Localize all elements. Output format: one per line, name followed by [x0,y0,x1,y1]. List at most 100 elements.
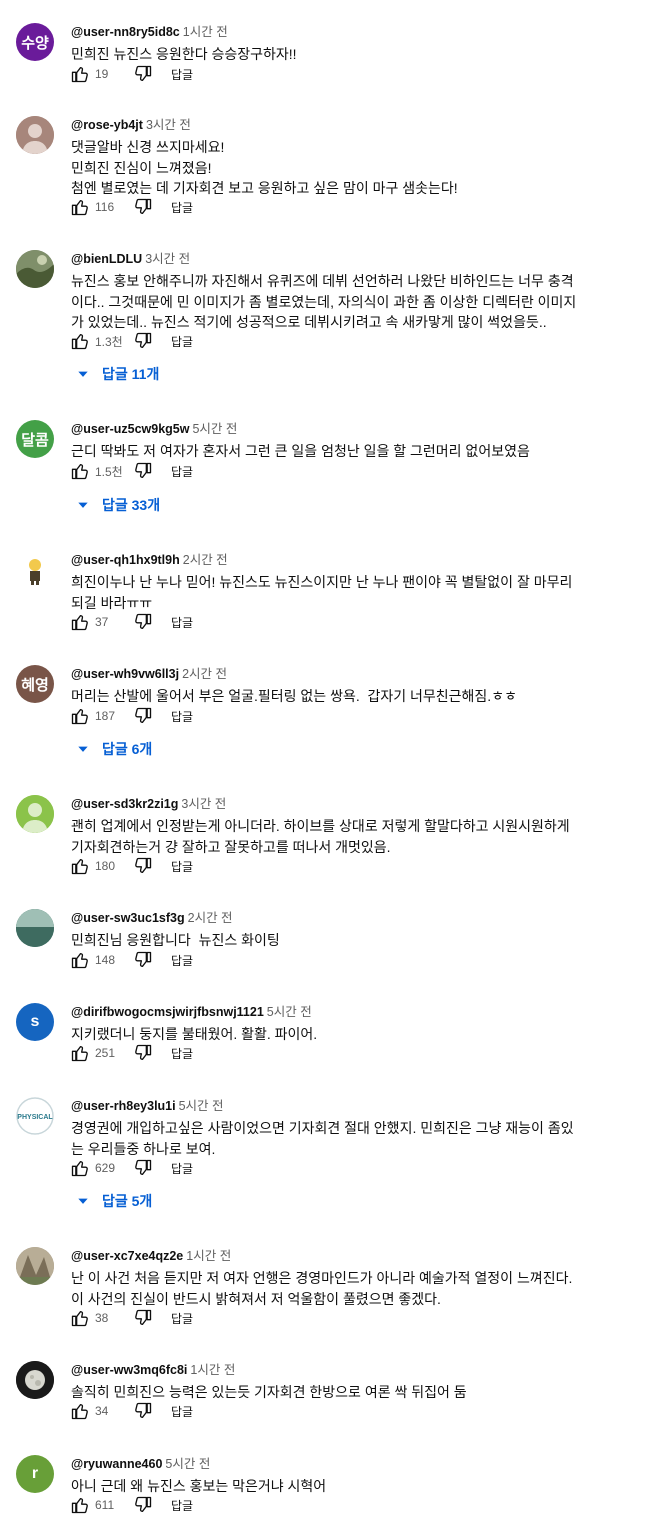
comment-timestamp[interactable]: 1시간 전 [183,25,228,39]
reply-button[interactable]: 답글 [171,708,193,725]
thumb-down-icon[interactable] [131,329,155,353]
thumb-down-icon[interactable] [131,610,155,634]
thumb-up-icon[interactable] [68,610,92,634]
thumb-up-icon[interactable] [68,1399,92,1423]
reply-button[interactable]: 답글 [171,1497,193,1514]
comment-author[interactable]: @rose-yb4jt [71,118,143,132]
avatar[interactable] [16,1361,54,1399]
comment-author[interactable]: @user-rh8ey3lu1i [71,1099,176,1113]
avatar[interactable] [16,909,54,947]
reply-button[interactable]: 답글 [171,1160,193,1177]
comment-timestamp[interactable]: 5시간 전 [165,1457,210,1471]
like-count: 38 [95,1311,109,1325]
like-count: 1.3천 [95,334,123,349]
comment-author[interactable]: @user-nn8ry5id8c [71,25,180,39]
reply-button[interactable]: 답글 [171,333,193,350]
comment-actions: 629 답글 [68,1156,193,1180]
reply-button[interactable]: 답글 [171,1045,193,1062]
comment-actions: 19 답글 [68,62,193,86]
avatar[interactable]: r [16,1455,54,1493]
caret-down-icon [76,1194,102,1208]
svg-text:PHYSICAL: PHYSICAL [17,1114,53,1121]
thumb-down-icon[interactable] [131,1041,155,1065]
reply-button[interactable]: 답글 [171,1403,193,1420]
comment-timestamp[interactable]: 1시간 전 [190,1363,235,1377]
view-replies-button[interactable]: 답글 5개 [76,1191,152,1211]
thumb-down-icon[interactable] [131,195,155,219]
comment-author[interactable]: @user-sd3kr2zi1g [71,797,178,811]
comment-timestamp[interactable]: 5시간 전 [192,422,237,436]
thumb-up-icon[interactable] [68,62,92,86]
reply-button[interactable]: 답글 [171,858,193,875]
comment-timestamp[interactable]: 2시간 전 [182,667,227,681]
thumb-down-icon[interactable] [131,1493,155,1517]
comment-actions: 34 답글 [68,1399,193,1423]
thumb-down-icon[interactable] [131,1399,155,1423]
comment-actions: 37 답글 [68,610,193,634]
comment-timestamp[interactable]: 1시간 전 [186,1249,231,1263]
avatar[interactable] [16,795,54,833]
comment-timestamp[interactable]: 5시간 전 [179,1099,224,1113]
thumb-up-icon[interactable] [68,329,92,353]
comment-author[interactable]: @user-wh9vw6ll3j [71,667,179,681]
replies-count: 답글 6개 [102,741,153,757]
comment-text: 댓글알바 신경 쓰지마세요! 민희진 진심이 느껴졌음! 첨엔 별로였는 데 기… [71,139,458,196]
thumb-up-icon[interactable] [68,1493,92,1517]
reply-button[interactable]: 답글 [171,199,193,216]
like-count: 19 [95,67,109,81]
avatar[interactable]: 달콤 [16,420,54,458]
comment-author[interactable]: @user-sw3uc1sf3g [71,911,185,925]
comment-author[interactable]: @user-uz5cw9kg5w [71,422,189,436]
thumb-down-icon[interactable] [131,62,155,86]
thumb-up-icon[interactable] [68,948,92,972]
view-replies-button[interactable]: 답글 6개 [76,739,152,759]
avatar[interactable]: 혜영 [16,665,54,703]
thumb-up-icon[interactable] [68,704,92,728]
reply-button[interactable]: 답글 [171,463,193,480]
comment-timestamp[interactable]: 3시간 전 [181,797,226,811]
thumb-up-icon[interactable] [68,854,92,878]
avatar[interactable]: PHYSICAL [16,1097,54,1135]
avatar[interactable]: s [16,1003,54,1041]
thumb-up-icon[interactable] [68,195,92,219]
thumb-down-icon[interactable] [131,854,155,878]
comment-timestamp[interactable]: 2시간 전 [188,911,233,925]
avatar[interactable] [16,1247,54,1285]
like-count: 251 [95,1046,116,1060]
view-replies-button[interactable]: 답글 11개 [76,364,159,384]
thumb-down-icon[interactable] [131,1156,155,1180]
thumb-down-icon[interactable] [131,948,155,972]
thumb-up-icon[interactable] [68,1041,92,1065]
thumb-up-icon[interactable] [68,1156,92,1180]
comment-author[interactable]: @dirifbwogocmsjwirjfbsnwj1121 [71,1005,264,1019]
avatar[interactable] [16,250,54,288]
comment-author[interactable]: @user-qh1hx9tl9h [71,553,180,567]
comment-author[interactable]: @bienLDLU [71,252,142,266]
comment-author[interactable]: @ryuwanne460 [71,1457,162,1471]
thumb-down-icon[interactable] [131,459,155,483]
avatar[interactable] [16,551,54,589]
comment-timestamp[interactable]: 2시간 전 [183,553,228,567]
reply-button[interactable]: 답글 [171,614,193,631]
thumb-down-icon[interactable] [131,1306,155,1330]
reply-button[interactable]: 답글 [171,952,193,969]
thumb-up-icon[interactable] [68,1306,92,1330]
avatar[interactable] [16,116,54,154]
thumb-down-icon[interactable] [131,704,155,728]
comment-actions: 611 답글 [68,1493,193,1517]
comment-author[interactable]: @user-xc7xe4qz2e [71,1249,183,1263]
comment-timestamp[interactable]: 3시간 전 [146,118,191,132]
thumb-up-icon[interactable] [68,459,92,483]
comment-actions: 116 답글 [68,195,193,219]
comment-author[interactable]: @user-ww3mq6fc8i [71,1363,187,1377]
reply-button[interactable]: 답글 [171,1310,193,1327]
like-count: 34 [95,1404,109,1418]
comment-actions: 1.5천 답글 [68,459,193,483]
comment-timestamp[interactable]: 3시간 전 [145,252,190,266]
view-replies-button[interactable]: 답글 33개 [76,495,160,515]
reply-button[interactable]: 답글 [171,66,193,83]
avatar-initials: 달콤 [21,431,49,449]
avatar[interactable]: 수양 [16,23,54,61]
comment-timestamp[interactable]: 5시간 전 [267,1005,312,1019]
comment-actions: 180 답글 [68,854,193,878]
